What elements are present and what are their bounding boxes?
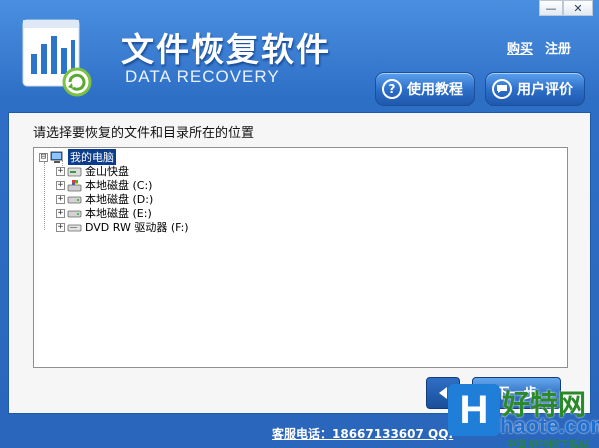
top-links: 购买 注册 <box>507 38 571 57</box>
expand-toggle[interactable]: + <box>56 208 65 218</box>
review-button[interactable]: 用户评价 <box>485 72 585 106</box>
tree-node-kuaipan[interactable]: + 金山快盘 <box>56 164 129 178</box>
question-icon: ? <box>382 79 402 99</box>
tree-node-drive-c[interactable]: + 本地磁盘 (C:) <box>56 178 152 192</box>
minimize-button[interactable]: — <box>539 0 563 16</box>
chat-icon <box>492 79 512 99</box>
tree-node-drive-f[interactable]: + DVD RW 驱动器 (F:) <box>56 220 189 234</box>
expand-toggle[interactable]: + <box>56 194 65 204</box>
drive-tree[interactable]: ⊟ 我的电脑 + 金山快盘 + 本地磁盘 (C:) + 本地磁盘 (D:) + … <box>33 147 568 368</box>
app-logo-icon <box>22 19 92 97</box>
tutorial-button[interactable]: ? 使用教程 <box>375 72 475 106</box>
register-link[interactable]: 注册 <box>545 38 571 57</box>
tutorial-button-label: 使用教程 <box>407 82 463 98</box>
app-title: 文件恢复软件 <box>121 30 331 69</box>
expand-toggle[interactable]: + <box>56 222 65 232</box>
watermark-logo-icon: H <box>448 384 500 436</box>
tree-node-drive-d[interactable]: + 本地磁盘 (D:) <box>56 192 153 206</box>
cloud-drive-icon <box>67 167 82 176</box>
window-controls: — ✕ <box>539 0 593 16</box>
dvd-drive-icon <box>67 224 82 231</box>
tree-node-my-computer[interactable]: ⊟ 我的电脑 <box>39 149 116 165</box>
review-button-label: 用户评价 <box>517 82 573 98</box>
tree-node-drive-e[interactable]: + 本地磁盘 (E:) <box>56 206 152 220</box>
collapse-toggle[interactable]: ⊟ <box>39 152 48 162</box>
system-drive-icon <box>67 179 82 191</box>
main-panel: 请选择要恢复的文件和目录所在的位置 ⊟ 我的电脑 + 金山快盘 + 本地磁盘 (… <box>8 112 591 414</box>
app-window: — ✕ 文件恢复软件 DATA RECOVERY 购买 注册 ? 使用教程 用户… <box>0 0 599 448</box>
close-button[interactable]: ✕ <box>563 0 593 16</box>
expand-toggle[interactable]: + <box>56 180 65 190</box>
expand-toggle[interactable]: + <box>56 166 65 176</box>
tree-node-label: DVD RW 驱动器 (F:) <box>85 221 189 234</box>
app-subtitle: DATA RECOVERY <box>125 67 280 86</box>
support-contact: 客服电话：18667133607 QQ: <box>272 427 454 441</box>
computer-icon <box>50 151 63 163</box>
tree-connector <box>44 162 45 230</box>
hard-drive-icon <box>67 210 82 217</box>
hard-drive-icon <box>67 196 82 203</box>
buy-link[interactable]: 购买 <box>507 38 533 57</box>
watermark-subtitle: 中国·好特网下载站 <box>506 440 590 448</box>
location-prompt: 请选择要恢复的文件和目录所在的位置 <box>33 126 255 141</box>
